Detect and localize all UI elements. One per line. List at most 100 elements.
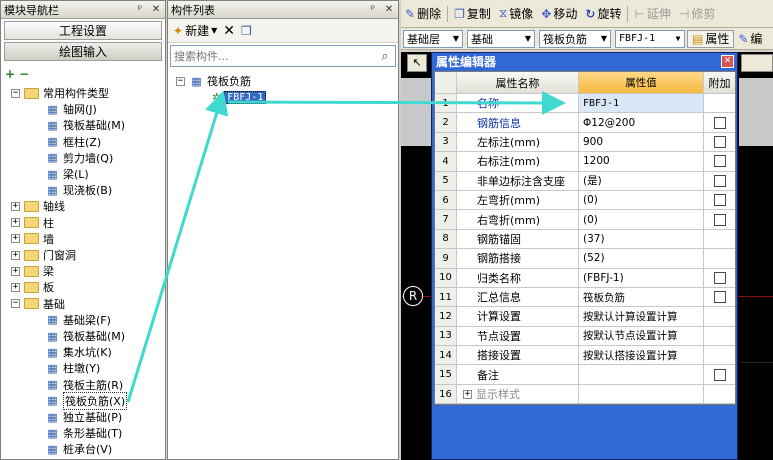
copy-button[interactable]: ❐ 复制	[450, 3, 495, 25]
tree-component[interactable]: ▦ 框柱(Z)	[45, 134, 101, 150]
search-input[interactable]	[171, 47, 375, 65]
property-row[interactable]: 9 钢筋搭接 (52)	[435, 249, 735, 269]
extra-checkbox[interactable]	[713, 368, 726, 381]
close-icon[interactable]: ✕	[382, 3, 396, 17]
delete-button[interactable]: ✎ 删除	[401, 3, 445, 25]
search-icon[interactable]: ⌕	[375, 49, 395, 64]
property-value[interactable]: (是)	[579, 171, 704, 190]
property-row[interactable]: 6 左弯折(mm) (0)	[435, 190, 735, 211]
property-value[interactable]: 筏板负筋	[579, 287, 704, 307]
tree-component[interactable]: ▦ 筏板负筋(X)	[45, 391, 128, 410]
property-row[interactable]: 5 非单边标注含支座 (是)	[435, 171, 735, 191]
category-select[interactable]: 基础 ▼	[467, 29, 535, 48]
layer-select[interactable]: 基础层 ▼	[403, 29, 463, 48]
mirror-button[interactable]: ⧖ 镜像	[495, 3, 537, 25]
tree-folder[interactable]: + 轴线	[11, 198, 65, 214]
property-row[interactable]: 15 备注	[435, 365, 735, 385]
property-value[interactable]: Φ12@200	[579, 113, 704, 132]
tree-component[interactable]: ▦ 现浇板(B)	[45, 182, 112, 198]
tree-folder[interactable]: + 墙	[11, 231, 54, 247]
expand-toggle-icon[interactable]: +	[463, 389, 472, 399]
extra-checkbox[interactable]	[713, 155, 726, 168]
property-value[interactable]: FBFJ-1	[579, 94, 704, 113]
close-icon[interactable]: ✕	[149, 3, 163, 17]
extra-checkbox[interactable]	[713, 213, 726, 226]
tree-folder[interactable]: + 板	[11, 279, 54, 295]
move-button[interactable]: ✥ 移动	[537, 3, 581, 25]
property-value[interactable]: (0)	[579, 190, 704, 210]
expand-toggle-icon[interactable]: +	[11, 250, 20, 260]
expand-all-icon[interactable]: +	[5, 67, 15, 81]
new-button[interactable]: ✦ 新建 ▼	[173, 22, 217, 39]
property-row[interactable]: 3 左标注(mm) 900	[435, 132, 735, 153]
tree-folder[interactable]: + 门窗洞	[11, 247, 76, 263]
property-row[interactable]: 2 钢筋信息 Φ12@200	[435, 113, 735, 133]
property-row[interactable]: 13 节点设置 按默认节点设置计算	[435, 326, 735, 347]
extra-checkbox[interactable]	[713, 135, 726, 148]
property-row[interactable]: 16 + 显示样式	[435, 384, 735, 405]
property-value[interactable]: 1200	[579, 152, 704, 171]
tree-component[interactable]: ▦ 桩承台(V)	[45, 441, 112, 457]
tree-component[interactable]: ▦ 独立基础(P)	[45, 409, 122, 425]
property-row[interactable]: 12 计算设置 按默认计算设置计算	[435, 307, 735, 327]
property-row[interactable]: 11 汇总信息 筏板负筋	[435, 287, 735, 308]
tree-component[interactable]: ▦ 筏板基础(M)	[45, 328, 125, 344]
delete-icon[interactable]: ✕	[223, 23, 235, 39]
tree-folder[interactable]: − 基础	[11, 296, 65, 312]
expand-toggle-icon[interactable]: +	[11, 201, 20, 211]
drawing-input-button[interactable]: 绘图输入	[4, 42, 162, 61]
extra-checkbox[interactable]	[713, 194, 726, 207]
edit-button[interactable]: ✎ 编	[734, 28, 766, 49]
tree-component[interactable]: ▦ 集水坑(K)	[45, 344, 112, 360]
property-value[interactable]: 按默认计算设置计算	[579, 307, 704, 326]
properties-button[interactable]: ▤ 属性	[687, 29, 735, 48]
extend-button[interactable]: ⊢ 延伸	[630, 3, 674, 25]
expand-toggle-icon[interactable]: +	[11, 218, 20, 228]
copy-icon[interactable]: ❐	[241, 24, 252, 38]
rotate-button[interactable]: ↻ 旋转	[581, 3, 625, 25]
trim-button[interactable]: ⊣ 修剪	[675, 3, 719, 25]
property-value[interactable]: 900	[579, 132, 704, 152]
close-icon[interactable]: ✕	[721, 54, 734, 68]
collapse-toggle-icon[interactable]: −	[176, 76, 185, 86]
property-value[interactable]: (0)	[579, 210, 704, 229]
property-value[interactable]: 按默认节点设置计算	[579, 326, 704, 346]
expand-toggle-icon[interactable]: +	[11, 282, 20, 292]
collapse-toggle-icon[interactable]: −	[11, 88, 20, 98]
extra-checkbox[interactable]	[713, 291, 726, 304]
tree-component[interactable]: ▦ 柱墩(Y)	[45, 360, 100, 376]
expand-toggle-icon[interactable]: +	[11, 266, 20, 276]
pin-icon[interactable]: ᵖ	[366, 3, 380, 17]
tree-folder[interactable]: − 常用构件类型	[11, 85, 109, 101]
collapse-toggle-icon[interactable]: −	[11, 299, 20, 309]
property-row[interactable]: 8 钢筋锚固 (37)	[435, 229, 735, 250]
property-row[interactable]: 4 右标注(mm) 1200	[435, 152, 735, 172]
property-row[interactable]: 7 右弯折(mm) (0)	[435, 210, 735, 230]
collapse-all-icon[interactable]: −	[19, 67, 29, 81]
select-tool-icon[interactable]: ↖	[407, 54, 427, 72]
tree-component[interactable]: ▦ 剪力墙(Q)	[45, 150, 113, 166]
property-row[interactable]: 10 归类名称 (FBFJ-1)	[435, 268, 735, 288]
tree-component[interactable]: ▦ 基础梁(F)	[45, 312, 111, 328]
property-value[interactable]: 按默认搭接设置计算	[579, 346, 704, 365]
property-value[interactable]: (FBFJ-1)	[579, 268, 704, 287]
tree-component[interactable]: ▦ 筏板基础(M)	[45, 117, 125, 133]
property-value[interactable]: (37)	[579, 229, 704, 249]
property-editor-titlebar[interactable]: 属性编辑器 ✕	[432, 53, 737, 69]
tree-component[interactable]: ▦ 条形基础(T)	[45, 425, 122, 441]
property-row[interactable]: 14 搭接设置 按默认搭接设置计算	[435, 346, 735, 366]
property-value[interactable]	[579, 365, 704, 384]
component-item[interactable]: ✲ FBFJ-1	[212, 89, 267, 105]
tree-component[interactable]: ▦ 梁(L)	[45, 166, 88, 182]
tree-component[interactable]: ▦ 筏板主筋(R)	[45, 377, 123, 393]
expand-toggle-icon[interactable]: +	[11, 234, 20, 244]
tree-folder[interactable]: + 梁	[11, 263, 54, 279]
tree-component[interactable]: ▦ 轴网(J)	[45, 101, 97, 117]
property-value[interactable]	[579, 384, 704, 404]
property-value[interactable]: (52)	[579, 249, 704, 268]
component-tree-root[interactable]: − ▦ 筏板负筋	[176, 73, 251, 89]
property-row[interactable]: 1 名称 FBFJ-1	[435, 94, 735, 114]
name-select[interactable]: FBFJ-1 ▼	[615, 29, 685, 48]
tree-folder[interactable]: + 柱	[11, 215, 54, 231]
pin-icon[interactable]: ᵖ	[133, 3, 147, 17]
